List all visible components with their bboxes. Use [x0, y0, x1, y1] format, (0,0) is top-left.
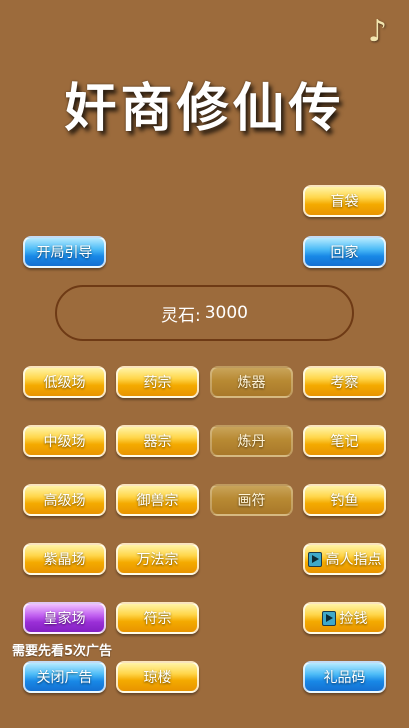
go-home-button[interactable]: 回家: [303, 236, 386, 268]
close-ads-button[interactable]: 关闭广告: [23, 661, 106, 693]
talisman-sect-button[interactable]: 符宗: [116, 602, 199, 634]
spirit-stone-label: 灵石:: [161, 305, 201, 326]
video-play-icon: [307, 551, 322, 567]
game-title: 奸商修仙传: [64, 79, 345, 139]
method-sect-button[interactable]: 万法宗: [116, 543, 199, 575]
refine-pill-button[interactable]: 炼丹: [210, 425, 293, 457]
pick-money-button[interactable]: 捡钱: [303, 602, 386, 634]
jade-tower-button[interactable]: 琼楼: [116, 661, 199, 693]
tool-sect-button[interactable]: 器宗: [116, 425, 199, 457]
fishing-button[interactable]: 钓鱼: [303, 484, 386, 516]
inspect-button[interactable]: 考察: [303, 366, 386, 398]
beast-sect-button[interactable]: 御兽宗: [116, 484, 199, 516]
music-note-icon[interactable]: ♪: [368, 14, 387, 49]
draw-talisman-button[interactable]: 画符: [210, 484, 293, 516]
medicine-sect-button[interactable]: 药宗: [116, 366, 199, 398]
blind-bag-button[interactable]: 盲袋: [303, 185, 386, 217]
spirit-stone-value: 3000: [204, 303, 248, 323]
start-guide-button[interactable]: 开局引导: [23, 236, 106, 268]
gift-code-button[interactable]: 礼品码: [303, 661, 386, 693]
purple-market-button[interactable]: 紫晶场: [23, 543, 106, 575]
video-play-icon: [321, 610, 336, 626]
notes-button[interactable]: 笔记: [303, 425, 386, 457]
mid-market-button[interactable]: 中级场: [23, 425, 106, 457]
spirit-stone-display: 灵石: 3000: [55, 285, 354, 341]
ad-requirement-hint: 需要先看5次广告: [12, 644, 113, 659]
master-tip-button[interactable]: 高人指点: [303, 543, 386, 575]
royal-market-button[interactable]: 皇家场: [23, 602, 106, 634]
high-market-button[interactable]: 高级场: [23, 484, 106, 516]
refine-tool-button[interactable]: 炼器: [210, 366, 293, 398]
low-market-button[interactable]: 低级场: [23, 366, 106, 398]
